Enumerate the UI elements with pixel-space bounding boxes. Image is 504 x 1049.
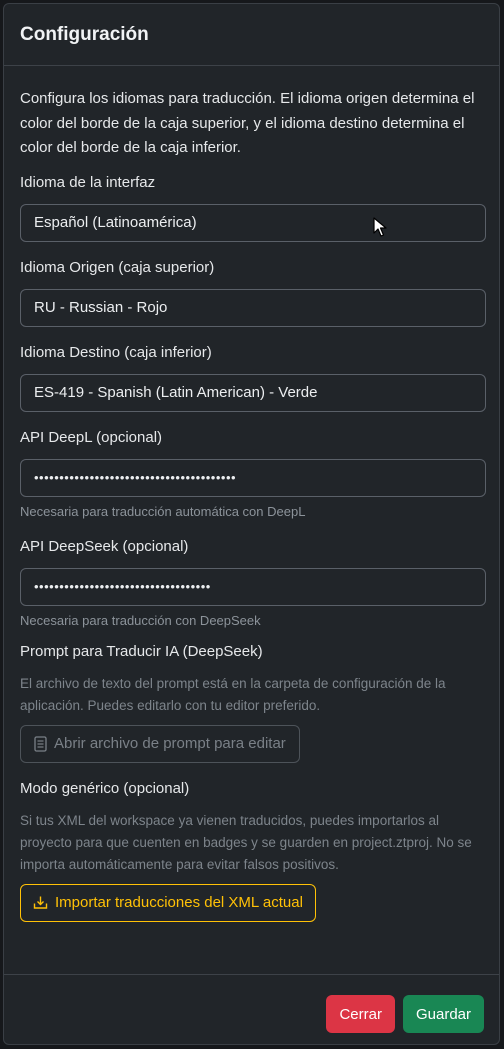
settings-modal: Configuración Configura los idiomas para… [3,3,500,1045]
deepseek-api-value: ••••••••••••••••••••••••••••••••••• [34,579,211,594]
target-language-label: Idioma Destino (caja inferior) [20,343,212,361]
deepseek-api-label: API DeepSeek (opcional) [20,537,189,555]
ui-language-value: Español (Latinoamérica) [34,214,197,231]
target-language-group: Idioma Destino (caja inferior) ES-419 - … [20,343,486,412]
deepl-api-input[interactable]: •••••••••••••••••••••••••••••••••••••••• [20,458,486,497]
mouse-cursor-icon [373,216,387,237]
deepseek-api-input[interactable]: ••••••••••••••••••••••••••••••••••• [20,567,486,606]
deepl-api-group: API DeepL (opcional) •••••••••••••••••••… [20,428,486,521]
ui-language-label: Idioma de la interfaz [20,173,156,191]
target-language-value: ES-419 - Spanish (Latin American) - Verd… [34,384,318,401]
file-text-icon [34,735,47,752]
close-button[interactable]: Cerrar [326,995,395,1033]
generic-mode-label: Modo genérico (opcional) [20,779,190,797]
source-language-label: Idioma Origen (caja superior) [20,258,215,276]
modal-header: Configuración [4,4,499,66]
import-translations-button-label: Importar traducciones del XML actual [55,894,303,911]
modal-footer: Cerrar Guardar [4,974,499,1044]
import-translations-button[interactable]: Importar traducciones del XML actual [20,883,316,922]
modal-body: Configura los idiomas para traducción. E… [4,66,499,922]
source-language-value: RU - Russian - Rojo [34,299,168,316]
target-language-select[interactable]: ES-419 - Spanish (Latin American) - Verd… [20,373,486,412]
download-tray-icon [33,896,48,909]
prompt-group: Prompt para Traducir IA (DeepSeek) El ar… [20,642,483,763]
deepl-api-value: •••••••••••••••••••••••••••••••••••••••• [34,470,237,485]
modal-title: Configuración [20,23,149,45]
open-prompt-button[interactable]: Abrir archivo de prompt para editar [20,724,300,763]
generic-mode-help: Si tus XML del workspace ya vienen tradu… [20,812,472,872]
prompt-help: El archivo de texto del prompt está en l… [20,675,446,713]
save-button[interactable]: Guardar [402,995,484,1033]
intro-text: Configura los idiomas para traducción. E… [20,90,475,156]
source-language-select[interactable]: RU - Russian - Rojo [20,288,486,327]
deepseek-api-help: Necesaria para traducción con DeepSeek [20,612,261,628]
ui-language-group: Idioma de la interfaz Español (Latinoamé… [20,173,486,242]
open-prompt-button-label: Abrir archivo de prompt para editar [54,735,286,752]
deepl-api-label: API DeepL (opcional) [20,428,163,446]
generic-mode-group: Modo genérico (opcional) Si tus XML del … [20,779,483,922]
source-language-group: Idioma Origen (caja superior) RU - Russi… [20,258,486,327]
deepl-api-help: Necesaria para traducción automática con… [20,503,306,519]
prompt-label: Prompt para Traducir IA (DeepSeek) [20,642,263,660]
deepseek-api-group: API DeepSeek (opcional) ••••••••••••••••… [20,537,486,630]
ui-language-select[interactable]: Español (Latinoamérica) [20,203,486,242]
